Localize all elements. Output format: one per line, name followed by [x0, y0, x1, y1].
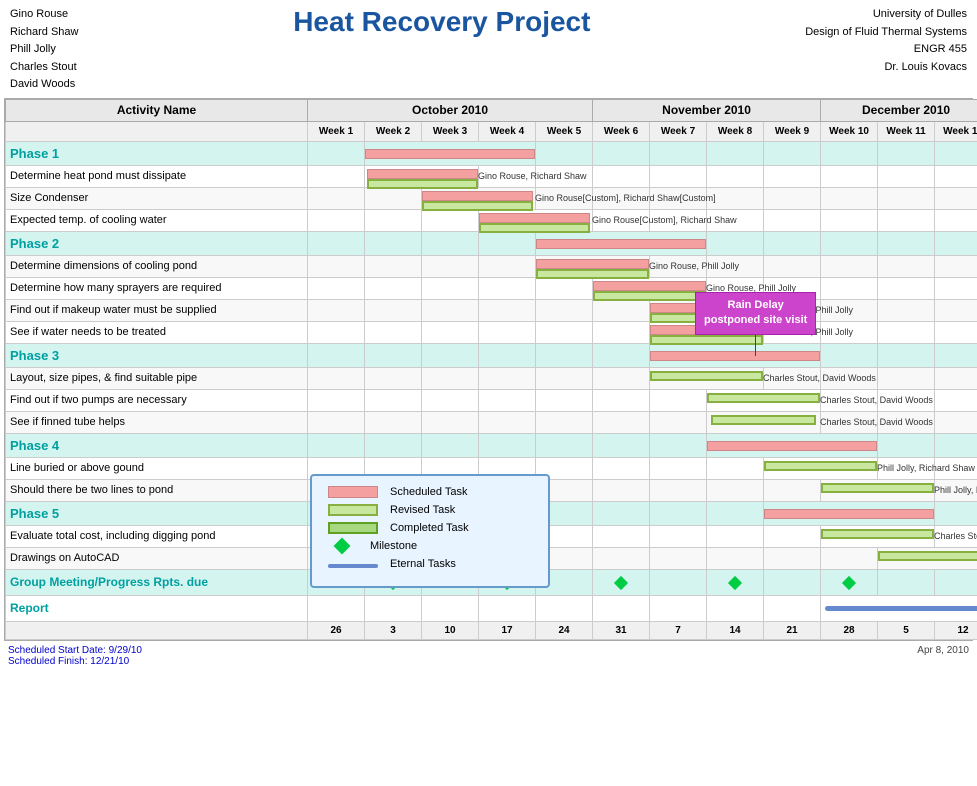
- week-6-header: Week 6: [593, 121, 650, 141]
- task-row-1: Determine heat pond must dissipate Gino …: [6, 165, 977, 187]
- month-dec: December 2010: [821, 99, 977, 121]
- week-9-header: Week 9: [764, 121, 821, 141]
- legend-box: Scheduled Task Revised Task Completed Ta…: [310, 474, 550, 588]
- header-area: Gino Rouse Richard Shaw Phill Jolly Char…: [0, 0, 977, 98]
- week-5-header: Week 5: [536, 121, 593, 141]
- task-row-3: Expected temp. of cooling water Gino Rou…: [6, 209, 977, 231]
- week-numbers-row: 26 3 10 17 24 31 7 14 21 28 5 12: [6, 621, 977, 639]
- legend-completed: Completed Task: [328, 522, 532, 534]
- phase-3-row: Phase 3: [6, 343, 977, 367]
- week-11-header: Week 11: [878, 121, 935, 141]
- phase-1-bar-cell: [365, 141, 536, 165]
- activity-header: Activity Name: [6, 99, 308, 121]
- legend-scheduled: Scheduled Task: [328, 486, 532, 498]
- task-1-label: Determine heat pond must dissipate: [6, 165, 308, 187]
- week-7-header: Week 7: [650, 121, 707, 141]
- task-3-label: Expected temp. of cooling water: [6, 209, 308, 231]
- report-label: Report: [6, 595, 308, 621]
- task-row-7: See if water needs to be treated Gino Ro…: [6, 321, 977, 343]
- week-8-header: Week 8: [707, 121, 764, 141]
- project-title: Heat Recovery Project: [78, 6, 805, 38]
- week-12-header: Week 12: [935, 121, 977, 141]
- phase-1-w1: [308, 141, 365, 165]
- phase-2-label: Phase 2: [6, 231, 308, 255]
- task-row-2: Size Condenser Gino Rouse[Custom], Richa…: [6, 187, 977, 209]
- task-row-4: Determine dimensions of cooling pond Gin…: [6, 255, 977, 277]
- task-row-6: Find out if makeup water must be supplie…: [6, 299, 977, 321]
- phase-1-row: Phase 1: [6, 141, 977, 165]
- task-5-label: Determine how many sprayers are required: [6, 277, 308, 299]
- week-header-row: Week 1 Week 2 Week 3 Week 4 Week 5 Week …: [6, 121, 977, 141]
- week-2-header: Week 2: [365, 121, 422, 141]
- task-row-10: See if finned tube helps Charles Stout, …: [6, 411, 977, 433]
- legend-revised: Revised Task: [328, 504, 532, 516]
- footer-right: Apr 8, 2010: [917, 645, 969, 667]
- task-7-label: See if water needs to be treated: [6, 321, 308, 343]
- footer-left: Scheduled Start Date: 9/29/10 Scheduled …: [8, 645, 142, 667]
- task-9-label: Find out if two pumps are necessary: [6, 389, 308, 411]
- legend-eternal: Eternal Tasks: [328, 558, 532, 570]
- legend-milestone: Milestone: [328, 540, 532, 552]
- report-row: Report: [6, 595, 977, 621]
- task-row-9: Find out if two pumps are necessary Char…: [6, 389, 977, 411]
- week-1-header: Week 1: [308, 121, 365, 141]
- task-14-label: Drawings on AutoCAD: [6, 547, 308, 569]
- task-12-label: Should there be two lines to pond: [6, 479, 308, 501]
- phase-5-label: Phase 5: [6, 501, 308, 525]
- task-row-8: Layout, size pipes, & find suitable pipe…: [6, 367, 977, 389]
- week-10-header: Week 10: [821, 121, 878, 141]
- month-nov: November 2010: [593, 99, 821, 121]
- task-row-5: Determine how many sprayers are required…: [6, 277, 977, 299]
- group-meeting-label: Group Meeting/Progress Rpts. due: [6, 569, 308, 595]
- task-6-label: Find out if makeup water must be supplie…: [6, 299, 308, 321]
- footer-area: Scheduled Start Date: 9/29/10 Scheduled …: [0, 641, 977, 671]
- team-names: Gino Rouse Richard Shaw Phill Jolly Char…: [10, 6, 78, 94]
- task-2-label: Size Condenser: [6, 187, 308, 209]
- phase-4-row: Phase 4: [6, 433, 977, 457]
- week-3-header: Week 3: [422, 121, 479, 141]
- phase-2-row: Phase 2: [6, 231, 977, 255]
- task-10-label: See if finned tube helps: [6, 411, 308, 433]
- week-4-header: Week 4: [479, 121, 536, 141]
- task-11-label: Line buried or above gound: [6, 457, 308, 479]
- callout-box: Rain Delaypostponed site visit: [695, 292, 816, 335]
- gantt-wrapper: Scheduled Task Revised Task Completed Ta…: [4, 98, 973, 641]
- month-oct: October 2010: [308, 99, 593, 121]
- task-4-label: Determine dimensions of cooling pond: [6, 255, 308, 277]
- phase-3-label: Phase 3: [6, 343, 308, 367]
- month-header-row: Activity Name October 2010 November 2010…: [6, 99, 977, 121]
- university-info: University of Dulles Design of Fluid The…: [805, 6, 967, 76]
- phase-1-label: Phase 1: [6, 141, 308, 165]
- task-13-label: Evaluate total cost, including digging p…: [6, 525, 308, 547]
- task-8-label: Layout, size pipes, & find suitable pipe: [6, 367, 308, 389]
- phase-4-label: Phase 4: [6, 433, 308, 457]
